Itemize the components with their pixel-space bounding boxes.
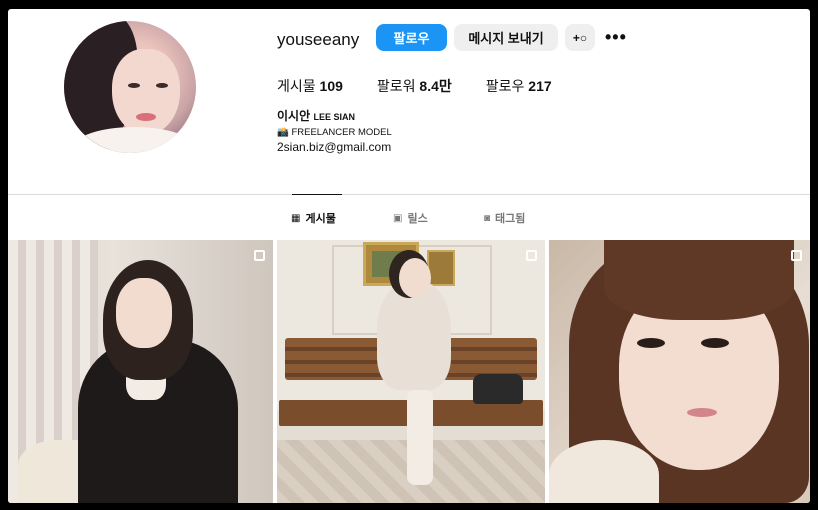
photo-detail xyxy=(701,338,729,348)
avatar-eye xyxy=(128,83,140,88)
display-name: 이시안 LEE SIAN xyxy=(277,109,392,125)
active-tab-indicator xyxy=(292,194,342,195)
post-thumbnail[interactable] xyxy=(277,240,545,503)
profile-stats: 게시물 109 팔로워 8.4만 팔로우 217 xyxy=(277,76,586,96)
grid-icon: ▦ xyxy=(291,212,301,224)
followers-value: 8.4만 xyxy=(419,78,452,94)
posts-value: 109 xyxy=(319,78,343,94)
follow-button[interactable]: 팔로우 xyxy=(376,24,447,51)
following-value: 217 xyxy=(528,78,552,94)
photo-detail xyxy=(407,390,433,485)
carousel-icon xyxy=(526,250,537,261)
tab-tagged-label: 태그됨 xyxy=(495,213,526,225)
photo-detail xyxy=(549,440,659,503)
tab-tagged[interactable]: ◙ 태그됨 xyxy=(484,210,525,226)
tab-posts[interactable]: ▦ 게시물 xyxy=(291,210,336,226)
post-thumbnail[interactable] xyxy=(549,240,810,503)
post-thumbnail[interactable] xyxy=(8,240,273,503)
photo-detail xyxy=(399,258,431,298)
photo-detail xyxy=(687,408,717,417)
tab-reels[interactable]: ▣ 릴스 xyxy=(393,210,428,226)
add-user-button[interactable]: + ○ xyxy=(565,24,595,51)
person-icon: ○ xyxy=(579,30,588,45)
display-name-en: LEE SIAN xyxy=(313,112,355,122)
tab-posts-label: 게시물 xyxy=(305,213,336,225)
carousel-icon xyxy=(254,250,265,261)
posts-count: 게시물 109 xyxy=(277,76,343,96)
profile-bio: 이시안 LEE SIAN 📸 FREELANCER MODEL 2sian.bi… xyxy=(277,109,392,155)
carousel-icon xyxy=(791,250,802,261)
tagged-icon: ◙ xyxy=(484,212,491,224)
avatar-face xyxy=(112,49,180,135)
more-options-icon[interactable]: ••• xyxy=(605,27,627,48)
avatar-lips xyxy=(136,113,156,121)
tab-divider xyxy=(8,194,810,195)
photo-detail xyxy=(637,338,665,348)
message-button[interactable]: 메시지 보내기 xyxy=(454,24,558,51)
followers-count[interactable]: 팔로워 8.4만 xyxy=(377,76,452,96)
followers-label: 팔로워 xyxy=(376,78,416,94)
bio-tagline: 📸 FREELANCER MODEL xyxy=(277,127,392,138)
following-label: 팔로우 xyxy=(485,78,525,94)
profile-tabs: ▦ 게시물 ▣ 릴스 ◙ 태그됨 xyxy=(8,210,810,228)
reels-icon: ▣ xyxy=(393,212,403,224)
display-name-ko: 이시안 xyxy=(277,109,311,123)
profile-page: youseeany 팔로우 메시지 보내기 + ○ ••• 게시물 109 팔로워… xyxy=(8,9,810,503)
photo-detail xyxy=(604,240,794,320)
tab-reels-label: 릴스 xyxy=(407,213,428,225)
photo-detail xyxy=(473,374,523,404)
bio-email: 2sian.biz@gmail.com xyxy=(277,140,392,154)
following-count[interactable]: 팔로우 217 xyxy=(486,76,552,96)
avatar-eye xyxy=(156,83,168,88)
profile-avatar[interactable] xyxy=(64,21,196,153)
photo-detail xyxy=(116,278,172,348)
photo-detail xyxy=(427,250,455,286)
post-grid xyxy=(8,240,810,503)
profile-username: youseeany xyxy=(277,30,360,49)
posts-label: 게시물 xyxy=(277,78,316,94)
add-user-icon: + xyxy=(572,30,580,45)
